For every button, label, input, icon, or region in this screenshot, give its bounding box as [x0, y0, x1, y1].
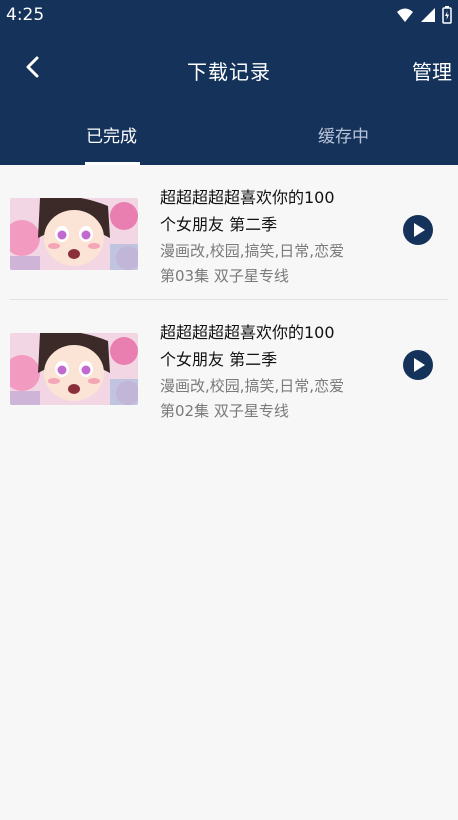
list-item[interactable]: 超超超超超喜欢你的100 个女朋友 第二季 漫画改,校园,搞笑,日常,恋爱 第0…	[0, 300, 458, 435]
anime-title: 超超超超超喜欢你的100 个女朋友 第二季	[160, 188, 335, 234]
download-list: 超超超超超喜欢你的100 个女朋友 第二季 漫画改,校园,搞笑,日常,恋爱 第0…	[0, 165, 458, 435]
wifi-icon	[397, 8, 413, 22]
status-time: 4:25	[6, 5, 45, 25]
app-header: 下载记录 管理 已完成 缓存中	[0, 30, 458, 165]
tab-completed[interactable]: 已完成	[86, 122, 137, 147]
status-icons	[396, 6, 452, 24]
anime-tags: 漫画改,校园,搞笑,日常,恋爱	[160, 242, 345, 260]
episode-label: 第02集 双子星专线	[160, 402, 289, 420]
episode-label: 第03集 双子星专线	[160, 267, 289, 285]
tab-bar: 已完成 缓存中	[0, 118, 458, 165]
status-bar: 4:25	[0, 0, 458, 30]
page-title: 下载记录	[187, 60, 271, 84]
battery-icon	[442, 6, 452, 24]
tab-caching[interactable]: 缓存中	[318, 122, 369, 147]
play-button[interactable]	[403, 215, 433, 245]
signal-icon	[421, 8, 435, 22]
manage-button[interactable]: 管理	[412, 56, 452, 85]
list-item[interactable]: 超超超超超喜欢你的100 个女朋友 第二季 漫画改,校园,搞笑,日常,恋爱 第0…	[0, 165, 458, 300]
anime-title: 超超超超超喜欢你的100 个女朋友 第二季	[160, 323, 335, 369]
anime-tags: 漫画改,校园,搞笑,日常,恋爱	[160, 377, 345, 395]
play-button[interactable]	[403, 350, 433, 380]
anime-thumbnail[interactable]	[10, 198, 138, 270]
anime-thumbnail[interactable]	[10, 333, 138, 405]
